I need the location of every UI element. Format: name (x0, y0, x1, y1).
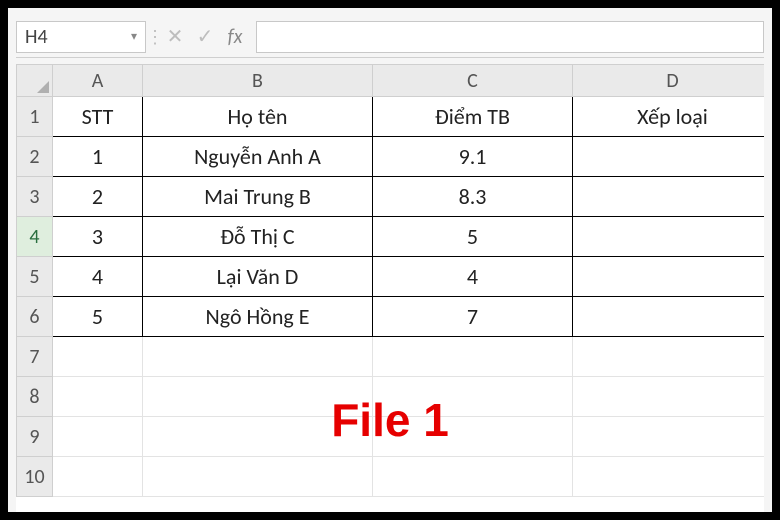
cell-A8[interactable] (53, 377, 143, 417)
cell-D3[interactable] (573, 177, 765, 217)
cell-A7[interactable] (53, 337, 143, 377)
row-header-8[interactable]: 8 (17, 377, 53, 417)
cell-C3[interactable]: 8.3 (373, 177, 573, 217)
cell-D10[interactable] (573, 457, 765, 497)
cell-B4[interactable]: Đỗ Thị C (143, 217, 373, 257)
fx-icon[interactable]: fx (220, 21, 250, 53)
cell-B9[interactable] (143, 417, 373, 457)
cell-D7[interactable] (573, 337, 765, 377)
row-header-5[interactable]: 5 (17, 257, 53, 297)
cancel-icon[interactable]: ✕ (160, 21, 190, 53)
cell-C2[interactable]: 9.1 (373, 137, 573, 177)
cell-C1[interactable]: Điểm TB (373, 97, 573, 137)
cell-D6[interactable] (573, 297, 765, 337)
spreadsheet-grid[interactable]: A B C D 1STTHọ tênĐiểm TBXếp loại21Nguyễ… (16, 64, 764, 512)
col-header-A[interactable]: A (53, 65, 143, 97)
cell-B1[interactable]: Họ tên (143, 97, 373, 137)
cell-A1[interactable]: STT (53, 97, 143, 137)
table-row: 54Lại Văn D4 (17, 257, 765, 297)
cell-C5[interactable]: 4 (373, 257, 573, 297)
row-header-7[interactable]: 7 (17, 337, 53, 377)
cell-C10[interactable] (373, 457, 573, 497)
cell-D4[interactable] (573, 217, 765, 257)
row-header-6[interactable]: 6 (17, 297, 53, 337)
cell-C4[interactable]: 5 (373, 217, 573, 257)
formula-input[interactable] (256, 21, 764, 53)
table-row: 7 (17, 337, 765, 377)
table-row: 1STTHọ tênĐiểm TBXếp loại (17, 97, 765, 137)
row-header-1[interactable]: 1 (17, 97, 53, 137)
cell-B6[interactable]: Ngô Hồng E (143, 297, 373, 337)
separator-icon: ⋮ (146, 26, 160, 48)
row-header-10[interactable]: 10 (17, 457, 53, 497)
cell-B10[interactable] (143, 457, 373, 497)
cell-B7[interactable] (143, 337, 373, 377)
col-header-C[interactable]: C (373, 65, 573, 97)
row-header-9[interactable]: 9 (17, 417, 53, 457)
table-row: 10 (17, 457, 765, 497)
cell-D8[interactable] (573, 377, 765, 417)
table-row: 8 (17, 377, 765, 417)
row-header-4[interactable]: 4 (17, 217, 53, 257)
formula-bar: H4 ▾ ⋮ ✕ ✓ fx (16, 16, 764, 58)
cell-B3[interactable]: Mai Trung B (143, 177, 373, 217)
table-row: 43Đỗ Thị C5 (17, 217, 765, 257)
cell-D2[interactable] (573, 137, 765, 177)
dropdown-icon[interactable]: ▾ (131, 29, 137, 44)
row-header-2[interactable]: 2 (17, 137, 53, 177)
cell-A9[interactable] (53, 417, 143, 457)
cell-C8[interactable] (373, 377, 573, 417)
cell-A2[interactable]: 1 (53, 137, 143, 177)
cell-A10[interactable] (53, 457, 143, 497)
table-row: 32Mai Trung B8.3 (17, 177, 765, 217)
cell-B8[interactable] (143, 377, 373, 417)
cell-A3[interactable]: 2 (53, 177, 143, 217)
name-box-value: H4 (25, 25, 48, 49)
cell-A6[interactable]: 5 (53, 297, 143, 337)
cell-A5[interactable]: 4 (53, 257, 143, 297)
cell-A4[interactable]: 3 (53, 217, 143, 257)
col-header-D[interactable]: D (573, 65, 765, 97)
cell-D5[interactable] (573, 257, 765, 297)
table-row: 9 (17, 417, 765, 457)
cell-C9[interactable] (373, 417, 573, 457)
row-header-3[interactable]: 3 (17, 177, 53, 217)
table-row: 21Nguyễn Anh A9.1 (17, 137, 765, 177)
confirm-icon[interactable]: ✓ (190, 21, 220, 53)
cell-D1[interactable]: Xếp loại (573, 97, 765, 137)
table-row: 65Ngô Hồng E7 (17, 297, 765, 337)
cell-D9[interactable] (573, 417, 765, 457)
col-header-B[interactable]: B (143, 65, 373, 97)
cell-B5[interactable]: Lại Văn D (143, 257, 373, 297)
cell-C7[interactable] (373, 337, 573, 377)
name-box[interactable]: H4 ▾ (16, 21, 146, 53)
cell-C6[interactable]: 7 (373, 297, 573, 337)
cell-B2[interactable]: Nguyễn Anh A (143, 137, 373, 177)
select-all-corner[interactable] (17, 65, 53, 97)
